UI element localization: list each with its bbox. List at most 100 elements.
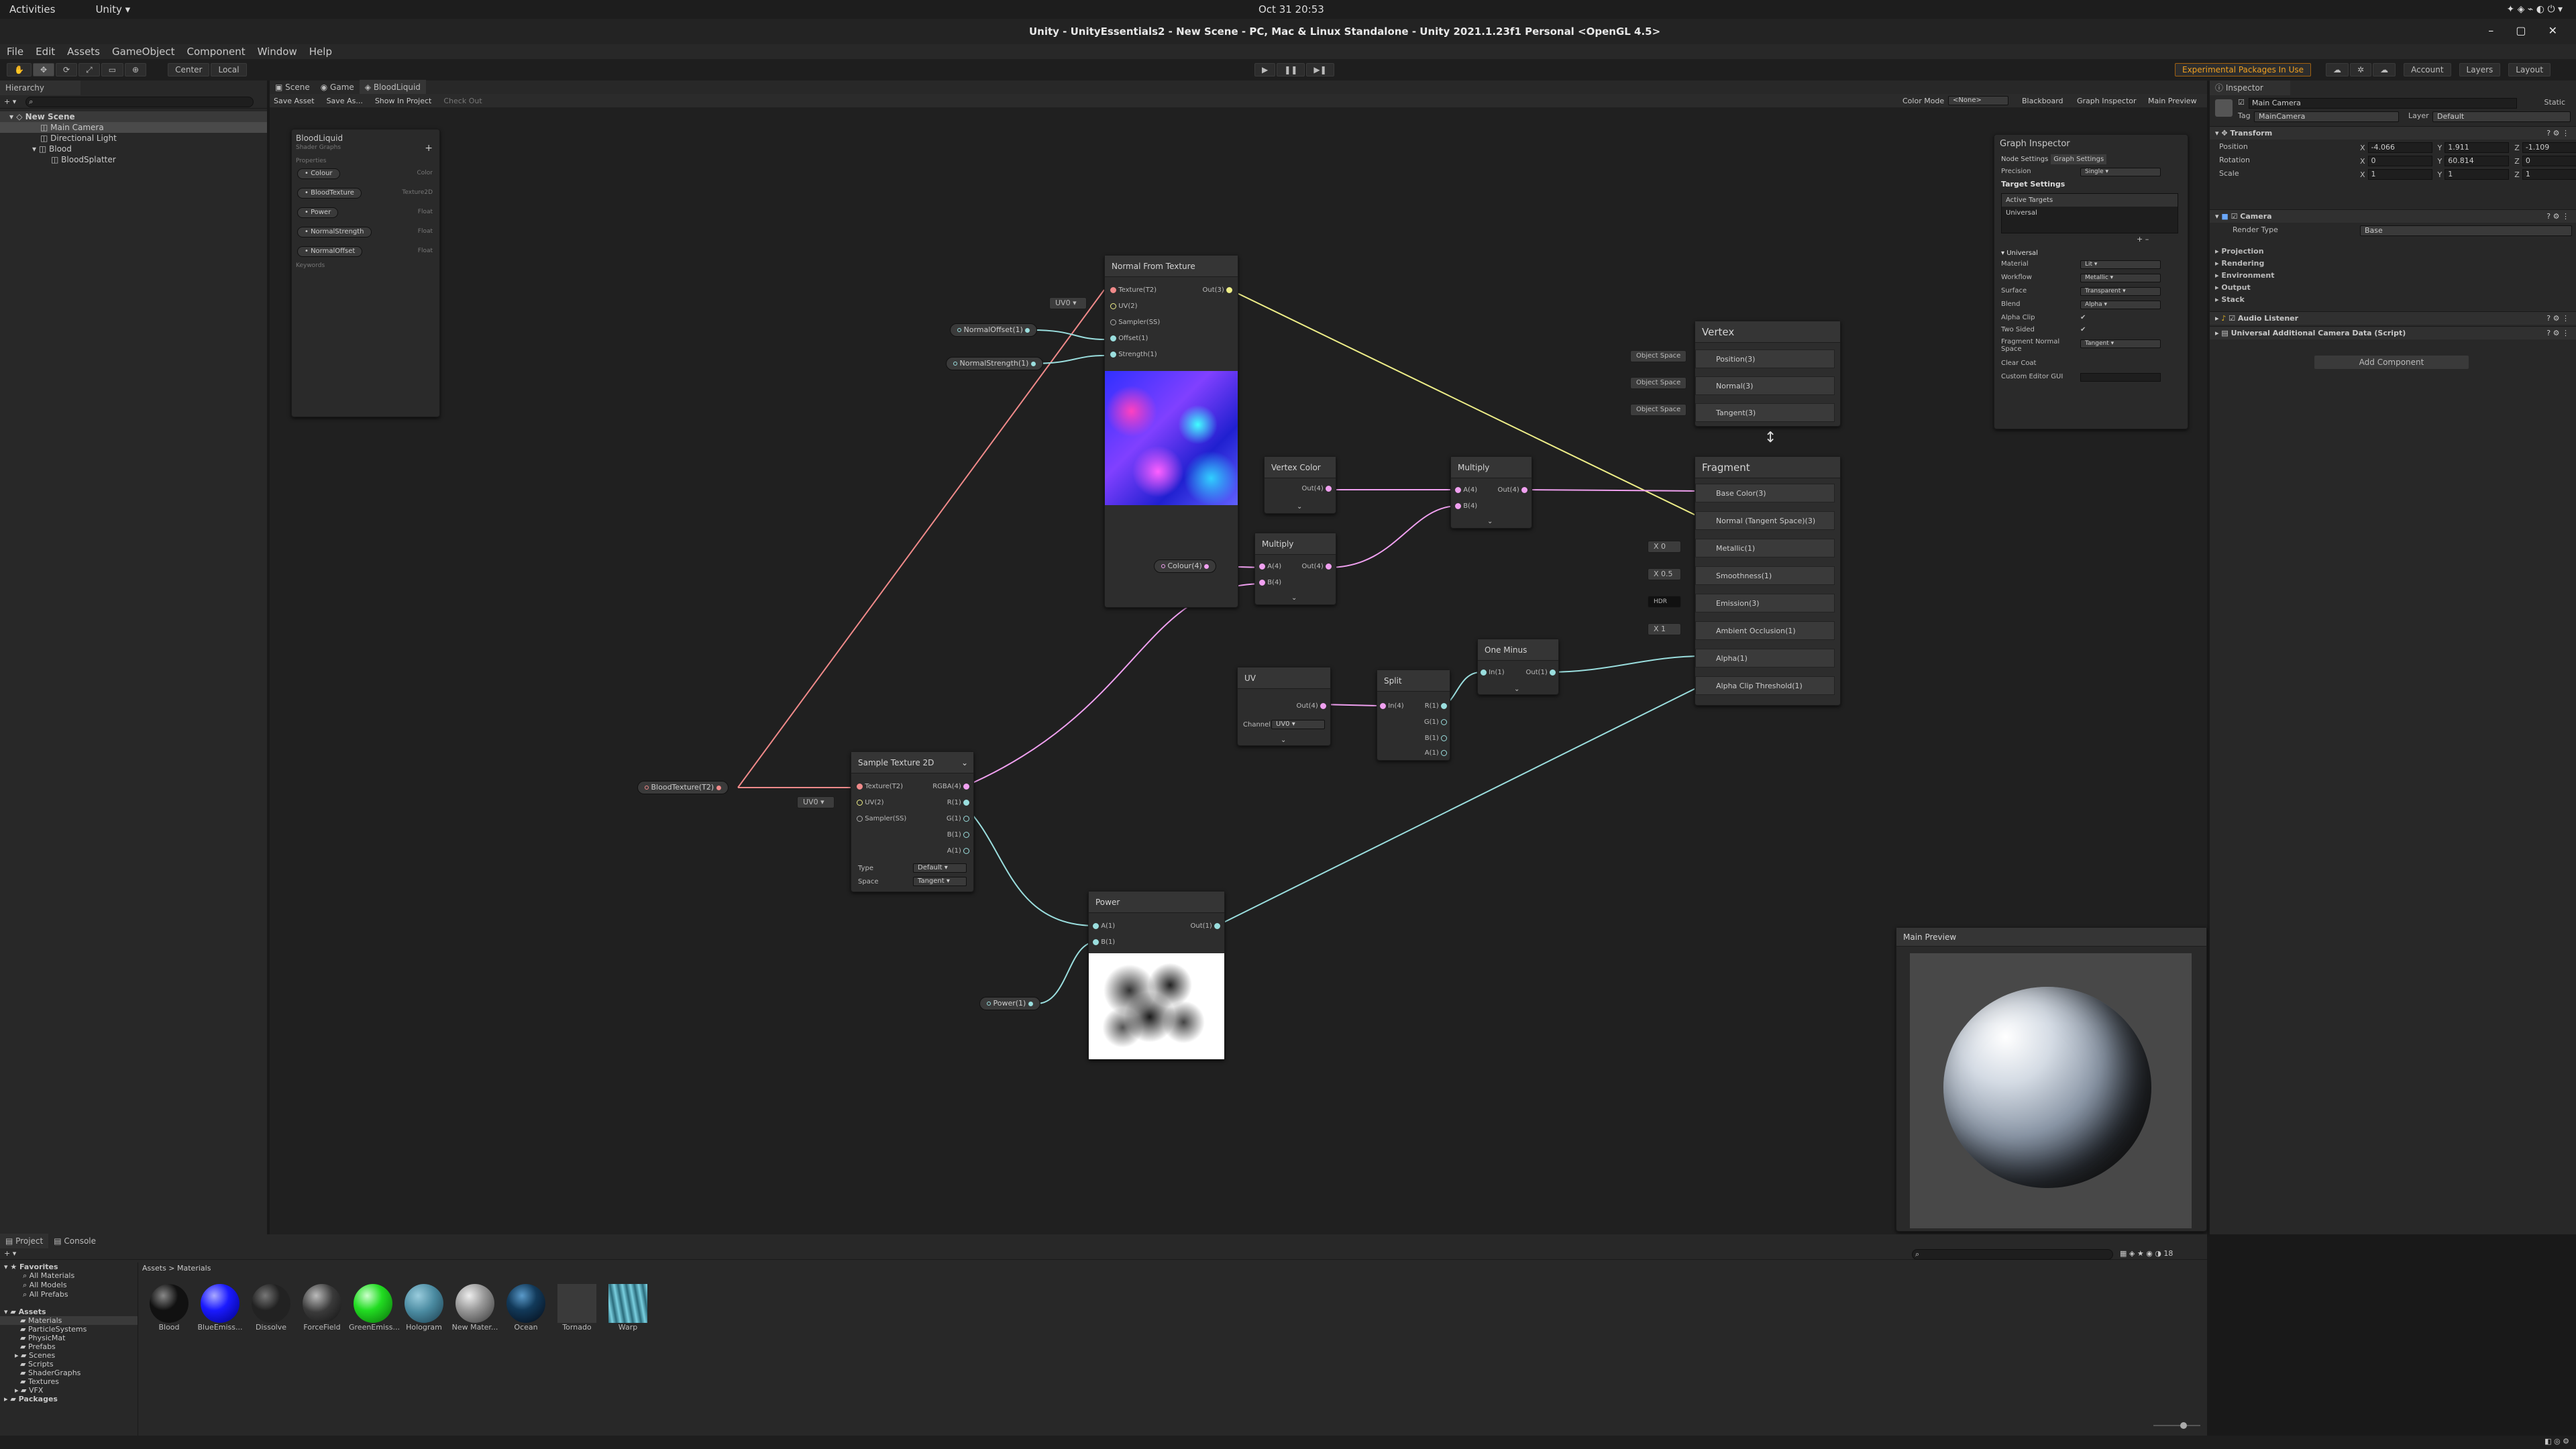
- tab-scene[interactable]: ▣ Scene: [270, 80, 315, 95]
- master-fragment-block[interactable]: Fragment Base Color(3) Normal (Tangent S…: [1695, 456, 1841, 706]
- expand-chevron-icon[interactable]: ⌄: [1297, 503, 1302, 511]
- bb-prop-normalstrength[interactable]: • NormalStrength: [297, 227, 372, 237]
- blackboard-toggle[interactable]: Blackboard: [2022, 97, 2063, 105]
- pause-button-icon[interactable]: ❚❚: [1277, 63, 1305, 76]
- port-r[interactable]: R(1): [947, 795, 969, 811]
- node-sample-texture-2d[interactable]: Sample Texture 2D ⌄ Texture(T2) UV(2) Sam…: [851, 751, 974, 892]
- blend-dropdown[interactable]: Alpha ▾: [2080, 301, 2161, 309]
- project-breadcrumb[interactable]: Assets > Materials: [142, 1264, 211, 1273]
- bb-prop-power[interactable]: • Power: [297, 207, 339, 218]
- port-g[interactable]: G(1): [947, 811, 969, 827]
- port-in[interactable]: In(1): [1481, 665, 1505, 681]
- camera-section-projection[interactable]: ▸ Projection: [2215, 247, 2264, 256]
- menu-window[interactable]: Window: [258, 46, 297, 58]
- uv-channel-dropdown[interactable]: UV0 ▾: [1271, 720, 1325, 729]
- vertex-tangent-space[interactable]: Object Space: [1630, 404, 1687, 416]
- port-strength[interactable]: Strength(1): [1110, 347, 1157, 363]
- component-menu-icon[interactable]: ? ⚙ ⋮: [2546, 312, 2569, 325]
- master-vertex-block[interactable]: Vertex Position(3) Normal(3) Tangent(3): [1695, 321, 1841, 427]
- packages-header[interactable]: ▸ ▰ Packages: [0, 1395, 138, 1403]
- vertex-normal-space[interactable]: Object Space: [1630, 377, 1687, 389]
- material-item[interactable]: Dissolve: [247, 1284, 295, 1332]
- material-item[interactable]: Blood: [145, 1284, 193, 1332]
- material-item[interactable]: Hologram: [400, 1284, 448, 1332]
- collab-icon[interactable]: ☁: [2326, 63, 2349, 76]
- port-in[interactable]: In(4): [1380, 698, 1404, 714]
- camera-section-stack[interactable]: ▸ Stack: [2215, 295, 2245, 304]
- vertex-position-space[interactable]: Object Space: [1630, 350, 1687, 362]
- cloud-icon[interactable]: ☁: [2373, 63, 2396, 76]
- layout-dropdown[interactable]: Layout: [2508, 63, 2551, 76]
- active-target-universal[interactable]: Universal: [2002, 207, 2178, 219]
- experimental-packages-badge[interactable]: Experimental Packages In Use: [2175, 63, 2312, 76]
- hierarchy-search-input[interactable]: ⌕: [25, 96, 254, 107]
- custom-editor-input[interactable]: [2080, 373, 2161, 382]
- port-b[interactable]: B(4): [1259, 575, 1281, 591]
- alphaclip-checkbox[interactable]: ✔: [2080, 314, 2086, 321]
- menu-edit[interactable]: Edit: [36, 46, 55, 58]
- port-out[interactable]: Out(4): [1302, 559, 1332, 575]
- hierarchy-item-directional-light[interactable]: ◫ Directional Light: [0, 133, 267, 144]
- tab-node-settings[interactable]: Node Settings: [1998, 154, 2051, 164]
- port-out[interactable]: Out(1): [1191, 918, 1220, 934]
- folder-particlesystems[interactable]: ▰ ParticleSystems: [0, 1325, 138, 1334]
- expand-chevron-icon[interactable]: ⌄: [1487, 518, 1493, 525]
- fragment-smoothness-port[interactable]: Smoothness(1): [1695, 566, 1835, 585]
- transform-header[interactable]: ▾ ✥ Transform? ⚙ ⋮: [2210, 126, 2576, 140]
- show-in-project-button[interactable]: Show In Project: [375, 97, 432, 105]
- tab-bloodliquid[interactable]: ◈ BloodLiquid: [359, 80, 426, 95]
- step-button-icon[interactable]: ▶❚: [1306, 63, 1334, 76]
- assets-header[interactable]: ▾ ▰ Assets: [0, 1307, 138, 1316]
- folder-shadergraphs[interactable]: ▰ ShaderGraphs: [0, 1368, 138, 1377]
- fragment-normal-port[interactable]: Normal (Tangent Space)(3): [1695, 511, 1835, 530]
- layers-dropdown[interactable]: Layers: [2459, 63, 2501, 76]
- save-asset-button[interactable]: Save Asset: [274, 97, 315, 105]
- vertex-tangent-port[interactable]: Tangent(3): [1695, 403, 1835, 422]
- material-item[interactable]: Warp: [604, 1284, 652, 1332]
- port-r[interactable]: R(1): [1425, 698, 1447, 714]
- component-menu-icon[interactable]: ? ⚙ ⋮: [2546, 210, 2569, 223]
- material-dropdown[interactable]: Lit ▾: [2080, 260, 2161, 269]
- node-split[interactable]: Split In(4) R(1) G(1) B(1) A(1): [1377, 669, 1450, 761]
- menu-assets[interactable]: Assets: [67, 46, 100, 58]
- ao-value[interactable]: X 1: [1648, 623, 1681, 635]
- vertex-normal-port[interactable]: Normal(3): [1695, 376, 1835, 395]
- tab-graph-settings[interactable]: Graph Settings: [2051, 154, 2107, 164]
- app-menu[interactable]: Unity ▾: [95, 3, 130, 15]
- port-b[interactable]: B(1): [1425, 731, 1447, 747]
- tab-console[interactable]: ▤ Console: [48, 1234, 101, 1248]
- port-out[interactable]: Out(4): [1302, 481, 1332, 497]
- node-multiply-2[interactable]: Multiply A(4) B(4) Out(4) ⌄: [1254, 533, 1336, 605]
- graph-canvas[interactable]: BloodLiquid Shader Graphs + Properties •…: [270, 107, 2207, 1234]
- pos-z-input[interactable]: -1.109: [2522, 142, 2576, 153]
- transform-tool-icon[interactable]: ⊕: [125, 63, 147, 76]
- prop-normalstrength[interactable]: NormalStrength(1): [946, 357, 1043, 370]
- type-dropdown[interactable]: Default ▾: [913, 863, 967, 873]
- scale-y-input[interactable]: 1: [2445, 169, 2510, 180]
- port-a[interactable]: A(1): [947, 843, 969, 859]
- folder-scripts[interactable]: ▰ Scripts: [0, 1360, 138, 1368]
- surface-dropdown[interactable]: Transparent ▾: [2080, 287, 2161, 296]
- pos-y-input[interactable]: 1.911: [2445, 142, 2510, 153]
- favorites-header[interactable]: ▾ ★ Favorites: [0, 1263, 138, 1271]
- menu-gameobject[interactable]: GameObject: [112, 46, 175, 58]
- fragment-metallic-port[interactable]: Metallic(1): [1695, 539, 1835, 557]
- material-item[interactable]: New Mater...: [451, 1284, 499, 1332]
- fav-all-materials[interactable]: ⌕ All Materials: [0, 1271, 138, 1281]
- folder-textures[interactable]: ▰ Textures: [0, 1377, 138, 1386]
- menu-file[interactable]: File: [7, 46, 23, 58]
- scale-x-input[interactable]: 1: [2367, 169, 2432, 180]
- hierarchy-tab[interactable]: Hierarchy: [0, 80, 80, 95]
- folder-prefabs[interactable]: ▰ Prefabs: [0, 1342, 138, 1351]
- port-out[interactable]: Out(1): [1526, 665, 1556, 681]
- camera-section-rendering[interactable]: ▸ Rendering: [2215, 259, 2264, 268]
- hierarchy-item-main-camera[interactable]: ◫ Main Camera: [0, 122, 267, 133]
- move-tool-icon[interactable]: ✥: [32, 63, 55, 76]
- color-mode-dropdown[interactable]: <None>: [1948, 96, 2008, 105]
- port-rgba[interactable]: RGBA(4): [932, 779, 969, 795]
- blackboard-add-icon[interactable]: +: [425, 143, 433, 154]
- hierarchy-item-new-scene[interactable]: ▾ ◇ New Scene: [0, 111, 267, 122]
- system-tray-icon[interactable]: ✦ ◈ ⌁ ◐ ⏻ ▾: [2507, 4, 2563, 15]
- port-a[interactable]: A(1): [1425, 745, 1447, 761]
- port-uv[interactable]: UV(2): [857, 795, 884, 811]
